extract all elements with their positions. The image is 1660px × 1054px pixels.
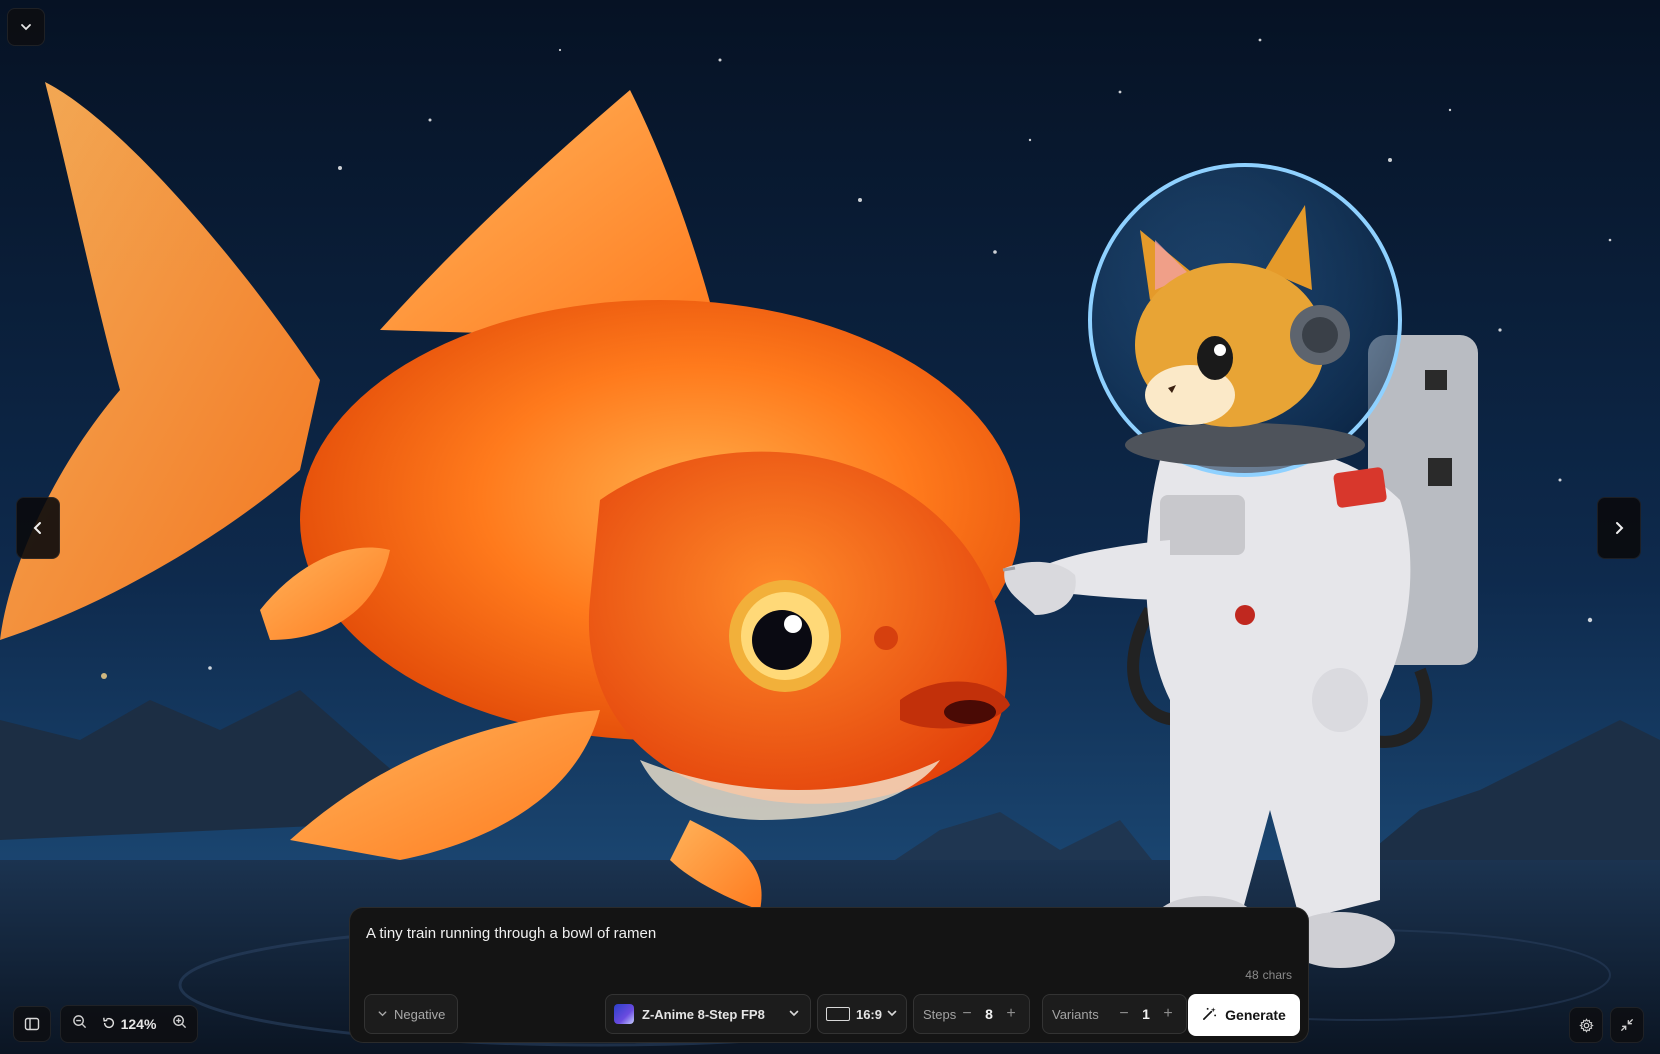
steps-label: Steps xyxy=(923,1006,957,1022)
model-select[interactable]: Z-Anime 8-Step FP8 xyxy=(605,994,811,1034)
top-menu-toggle-button[interactable] xyxy=(7,8,45,46)
generated-image xyxy=(0,0,1660,1054)
steps-decrement-button[interactable]: − xyxy=(958,1005,976,1023)
exit-fullscreen-button[interactable] xyxy=(1610,1007,1644,1043)
magic-wand-icon xyxy=(1202,1006,1217,1024)
chevron-down-icon xyxy=(19,20,33,34)
chevron-left-icon xyxy=(30,520,46,536)
variants-value[interactable]: 1 xyxy=(1133,1006,1159,1022)
toggle-sidebar-button[interactable] xyxy=(13,1006,51,1042)
chevron-right-icon xyxy=(1611,520,1627,536)
zoom-out-icon xyxy=(72,1014,87,1034)
zoom-out-button[interactable] xyxy=(61,1006,97,1042)
model-label: Z-Anime 8-Step FP8 xyxy=(642,1006,765,1022)
zoom-in-icon xyxy=(172,1014,187,1034)
collapse-arrows-icon xyxy=(1620,1018,1634,1032)
gear-icon xyxy=(1578,1017,1594,1033)
steps-value[interactable]: 8 xyxy=(976,1006,1002,1022)
zoom-in-button[interactable] xyxy=(161,1006,197,1042)
generate-button[interactable]: Generate xyxy=(1188,994,1300,1036)
prompt-input[interactable]: A tiny train running through a bowl of r… xyxy=(364,922,1288,966)
variants-stepper: Variants − 1 + xyxy=(1042,994,1187,1034)
character-count: 48 chars xyxy=(1245,968,1292,982)
prompt-composer: A tiny train running through a bowl of r… xyxy=(349,907,1309,1043)
variants-label: Variants xyxy=(1052,1006,1099,1022)
aspect-ratio-icon xyxy=(826,1007,850,1021)
steps-stepper: Steps − 8 + xyxy=(913,994,1030,1034)
negative-label: Negative xyxy=(394,1006,446,1022)
chevron-down-icon xyxy=(788,1007,800,1022)
negative-prompt-toggle[interactable]: Negative xyxy=(364,994,458,1034)
settings-button[interactable] xyxy=(1569,1007,1603,1043)
sidebar-panel-icon xyxy=(24,1016,40,1032)
zoom-controls: 124% xyxy=(60,1005,198,1043)
model-thumbnail-icon xyxy=(614,1004,634,1024)
reset-rotate-icon xyxy=(102,1016,116,1033)
aspect-ratio-select[interactable]: 16:9 xyxy=(817,994,907,1034)
previous-image-button[interactable] xyxy=(16,497,60,559)
steps-increment-button[interactable]: + xyxy=(1002,1005,1020,1023)
chevron-down-icon xyxy=(377,1007,388,1022)
variants-increment-button[interactable]: + xyxy=(1159,1005,1177,1023)
next-image-button[interactable] xyxy=(1597,497,1641,559)
chevron-down-icon xyxy=(886,1007,898,1022)
aspect-ratio-label: 16:9 xyxy=(855,1006,882,1022)
zoom-reset-button[interactable]: 124% xyxy=(97,1016,161,1033)
generate-label: Generate xyxy=(1225,1007,1286,1023)
variants-decrement-button[interactable]: − xyxy=(1115,1005,1133,1023)
zoom-level: 124% xyxy=(120,1016,157,1032)
